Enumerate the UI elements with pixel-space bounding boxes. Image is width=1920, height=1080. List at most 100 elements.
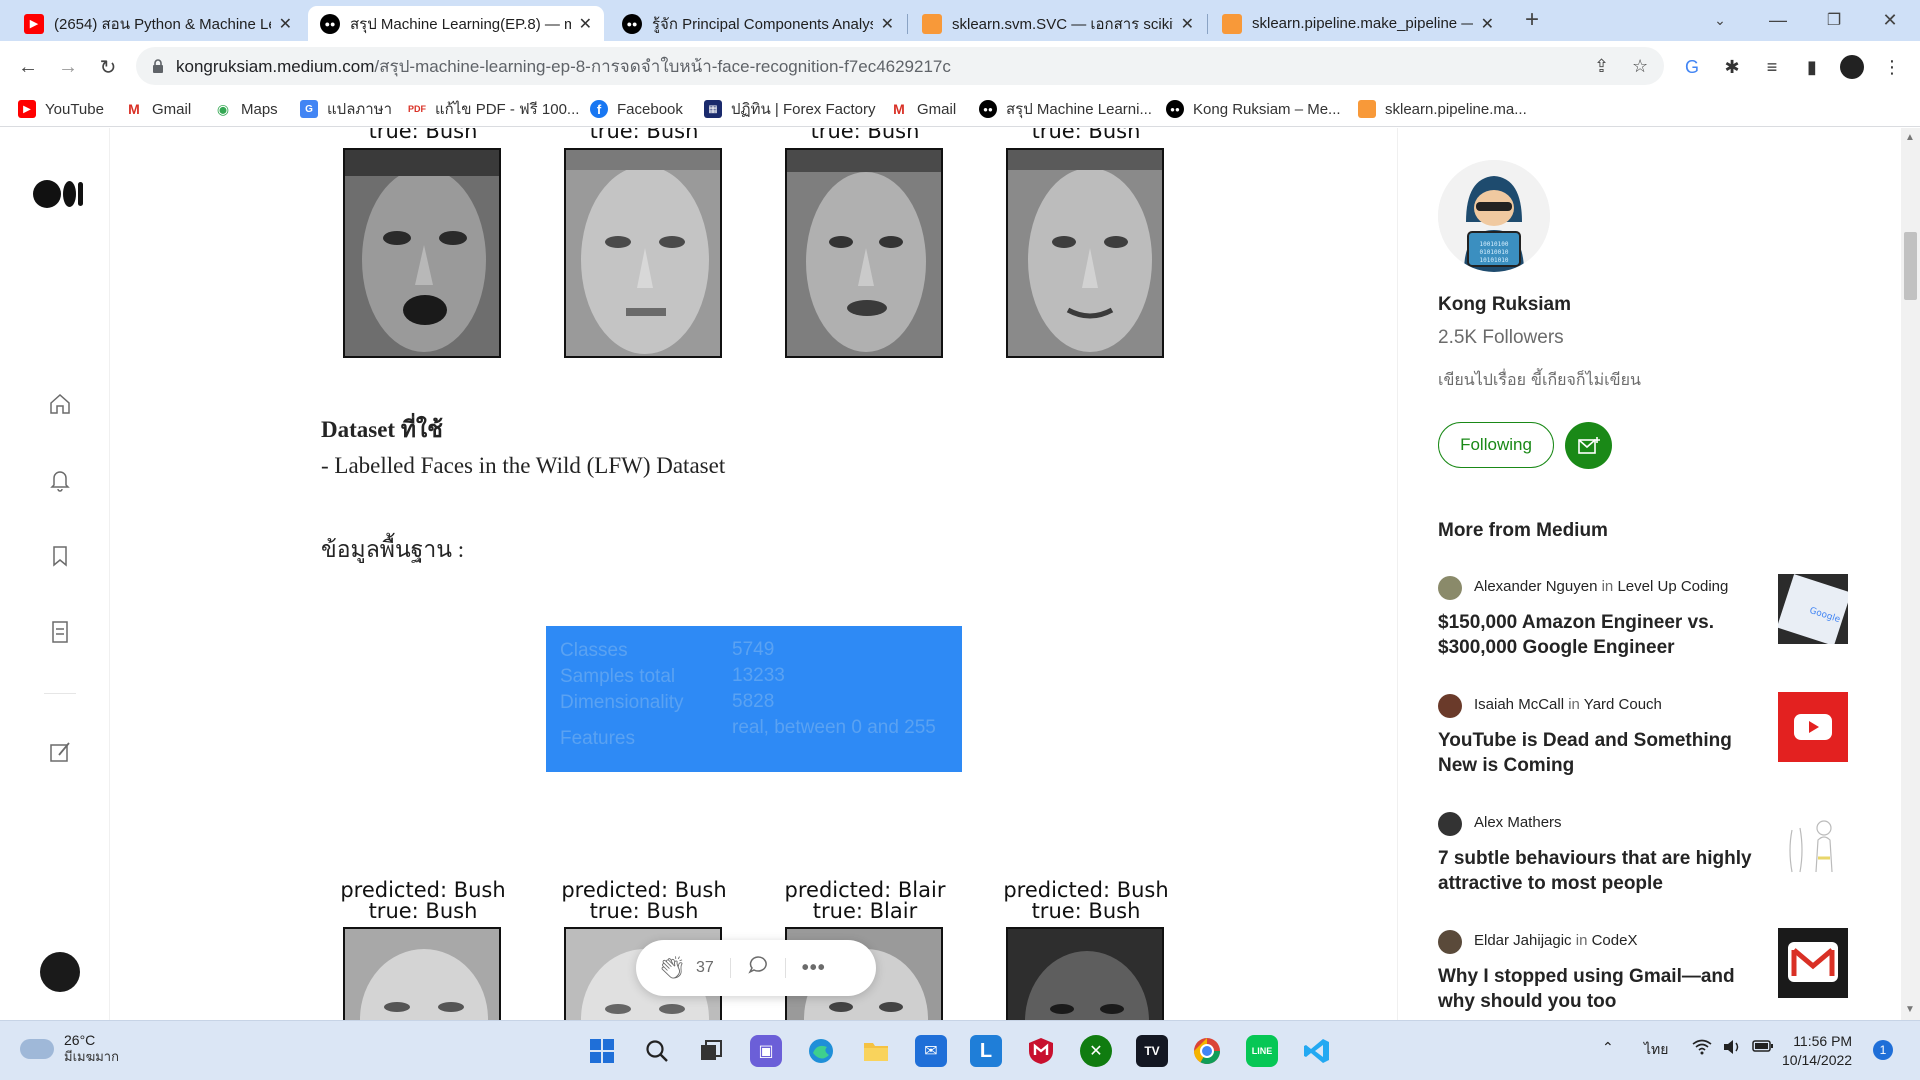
edge-browser-icon[interactable] (805, 1035, 837, 1067)
gmail-thumb[interactable] (1778, 928, 1848, 998)
reload-icon[interactable]: ↻ (94, 53, 122, 81)
sketch-thumb[interactable] (1778, 810, 1848, 880)
bookmarks-list-icon[interactable] (46, 542, 74, 570)
rec-publication[interactable]: Yard Couch (1584, 696, 1662, 713)
rec-author[interactable]: Alexander Nguyen (1474, 578, 1597, 595)
rec-author[interactable]: Eldar Jahijagic (1474, 932, 1572, 949)
file-explorer-icon[interactable] (860, 1035, 892, 1067)
volume-icon[interactable] (1722, 1039, 1742, 1059)
bookmark-translate[interactable]: G แปลภาษา (300, 97, 392, 121)
tab-medium-active[interactable]: ●● สรุป Machine Learning(EP.8) — m ✕ (308, 6, 604, 41)
home-icon[interactable] (46, 390, 74, 418)
media-control-icon[interactable]: ≡ (1760, 55, 1784, 79)
menu-kebab-icon[interactable]: ⋮ (1880, 55, 1904, 79)
battery-icon[interactable] (1752, 1039, 1774, 1057)
clock-time: 11:56 PM (1793, 1033, 1853, 1049)
side-panel-icon[interactable]: ▮ (1800, 55, 1824, 79)
google-thumb[interactable]: Google (1778, 574, 1848, 644)
tab-sklearn-svc[interactable]: sklearn.svm.SVC — เอกสาร scikit-learn ✕ (910, 6, 1206, 41)
table-key: Samples total (560, 666, 676, 687)
xbox-icon[interactable]: ✕ (1080, 1035, 1112, 1067)
scroll-up-arrow-icon[interactable]: ▲ (1905, 132, 1915, 143)
bookmark-medium-profile[interactable]: ●● Kong Ruksiam – Me... (1166, 97, 1341, 121)
page-scrollbar[interactable]: ▲ ▼ (1901, 128, 1920, 1020)
mcafee-icon[interactable] (1025, 1035, 1057, 1067)
l-app-icon[interactable]: L (970, 1035, 1002, 1067)
comment-icon[interactable] (747, 954, 769, 982)
vscode-icon[interactable] (1301, 1035, 1333, 1067)
close-tab-icon[interactable]: ✕ (1481, 14, 1494, 34)
back-arrow-icon[interactable]: ← (14, 53, 42, 81)
line-app-icon[interactable]: LINE (1246, 1035, 1278, 1067)
tradingview-icon[interactable]: TV (1136, 1035, 1168, 1067)
bookmark-forex[interactable]: ▦ ปฏิทิน | Forex Factory (704, 97, 876, 121)
recommended-article[interactable]: Alexander Nguyen in Level Up Coding $150… (1438, 574, 1878, 676)
tab-youtube[interactable]: ▶ (2654) สอน Python & Machine Learning ✕ (12, 6, 304, 41)
recommended-article[interactable]: Isaiah McCall in Yard Couch YouTube is D… (1438, 692, 1878, 794)
chrome-icon[interactable] (1191, 1035, 1223, 1067)
bookmark-sklearn[interactable]: sklearn.pipeline.ma... (1358, 97, 1527, 121)
weather-widget[interactable]: 26°C มีเมฆมาก (20, 1031, 119, 1067)
subscribe-email-icon[interactable] (1565, 422, 1612, 469)
youtube-thumb[interactable] (1778, 692, 1848, 762)
author-avatar[interactable]: 10010100 01010010 10101010 (1438, 160, 1550, 272)
scroll-thumb[interactable] (1904, 232, 1917, 300)
notification-badge[interactable]: 1 (1873, 1040, 1893, 1060)
recommended-article[interactable]: Alex Mathers 7 subtle behaviours that ar… (1438, 810, 1878, 912)
author-followers[interactable]: 2.5K Followers (1438, 327, 1564, 349)
more-options-icon[interactable]: ••• (802, 957, 826, 980)
medium-logo-icon[interactable] (33, 180, 83, 208)
following-button[interactable]: Following (1438, 422, 1554, 468)
teams-chat-icon[interactable]: ▣ (750, 1035, 782, 1067)
close-tab-icon[interactable]: ✕ (881, 14, 894, 34)
profile-avatar[interactable] (1840, 55, 1864, 79)
close-window-button[interactable]: ✕ (1876, 6, 1904, 34)
bookmark-maps[interactable]: ◉ Maps (214, 97, 278, 121)
bookmark-star-icon[interactable]: ☆ (1632, 56, 1648, 77)
minimize-button[interactable]: — (1764, 6, 1792, 34)
bookmark-medium-article[interactable]: ●● สรุป Machine Learni... (979, 97, 1152, 121)
search-icon[interactable] (641, 1035, 673, 1067)
windows-start-icon[interactable] (586, 1035, 618, 1067)
new-tab-button[interactable]: + (1518, 6, 1546, 34)
rec-publication[interactable]: CodeX (1592, 932, 1638, 949)
recommended-article[interactable]: Eldar Jahijagic in CodeX Why I stopped u… (1438, 928, 1878, 1020)
tab-sklearn-pipeline[interactable]: sklearn.pipeline.make_pipeline — ✕ (1210, 6, 1506, 41)
rec-publication[interactable]: Level Up Coding (1617, 578, 1728, 595)
close-tab-icon[interactable]: ✕ (279, 14, 292, 34)
forward-arrow-icon[interactable]: → (54, 53, 82, 81)
mail-icon[interactable]: ✉ (915, 1035, 947, 1067)
address-bar[interactable]: kongruksiam.medium.com/สรุป-machine-lear… (136, 47, 1664, 85)
show-hidden-icons-chevron[interactable]: ⌃ (1602, 1039, 1614, 1056)
rec-title[interactable]: $150,000 Amazon Engineer vs. $300,000 Go… (1438, 610, 1758, 660)
bookmark-facebook[interactable]: f Facebook (590, 97, 683, 121)
rec-title[interactable]: Why I stopped using Gmail—and why should… (1438, 964, 1758, 1014)
system-clock[interactable]: 11:56 PM 10/14/2022 (1782, 1032, 1852, 1070)
clap-icon[interactable]: 👏︎ (658, 955, 686, 981)
rec-author[interactable]: Alex Mathers (1474, 814, 1562, 831)
task-view-icon[interactable] (695, 1035, 727, 1067)
bookmark-youtube[interactable]: ▶ YouTube (18, 97, 104, 121)
write-pencil-icon[interactable] (46, 738, 74, 766)
rec-title[interactable]: YouTube is Dead and Something New is Com… (1438, 728, 1758, 778)
input-language[interactable]: ไทย (1644, 1039, 1668, 1061)
extensions-puzzle-icon[interactable]: ✱ (1720, 55, 1744, 79)
bookmark-gmail[interactable]: M Gmail (125, 97, 191, 121)
close-tab-icon[interactable]: ✕ (1181, 14, 1194, 34)
bookmark-gmail-2[interactable]: M Gmail (890, 97, 956, 121)
author-name[interactable]: Kong Ruksiam (1438, 294, 1571, 316)
tab-pca[interactable]: ●● รู้จัก Principal Components Analysis … (610, 6, 906, 41)
scroll-down-arrow-icon[interactable]: ▼ (1905, 1004, 1915, 1015)
restore-button[interactable]: ❐ (1820, 6, 1848, 34)
translate-extension-icon[interactable]: G (1680, 55, 1704, 79)
stories-document-icon[interactable] (46, 618, 74, 646)
close-tab-icon[interactable]: ✕ (579, 14, 592, 34)
share-icon[interactable]: ⇪ (1594, 56, 1609, 77)
rec-author[interactable]: Isaiah McCall (1474, 696, 1564, 713)
bookmark-pdf[interactable]: PDF แก้ไข PDF - ฟรี 100... (408, 97, 579, 121)
wifi-icon[interactable] (1692, 1039, 1712, 1059)
tab-search-icon[interactable]: ⌄ (1706, 6, 1734, 34)
notifications-bell-icon[interactable] (46, 466, 74, 494)
rec-title[interactable]: 7 subtle behaviours that are highly attr… (1438, 846, 1758, 896)
user-avatar[interactable] (40, 952, 80, 992)
